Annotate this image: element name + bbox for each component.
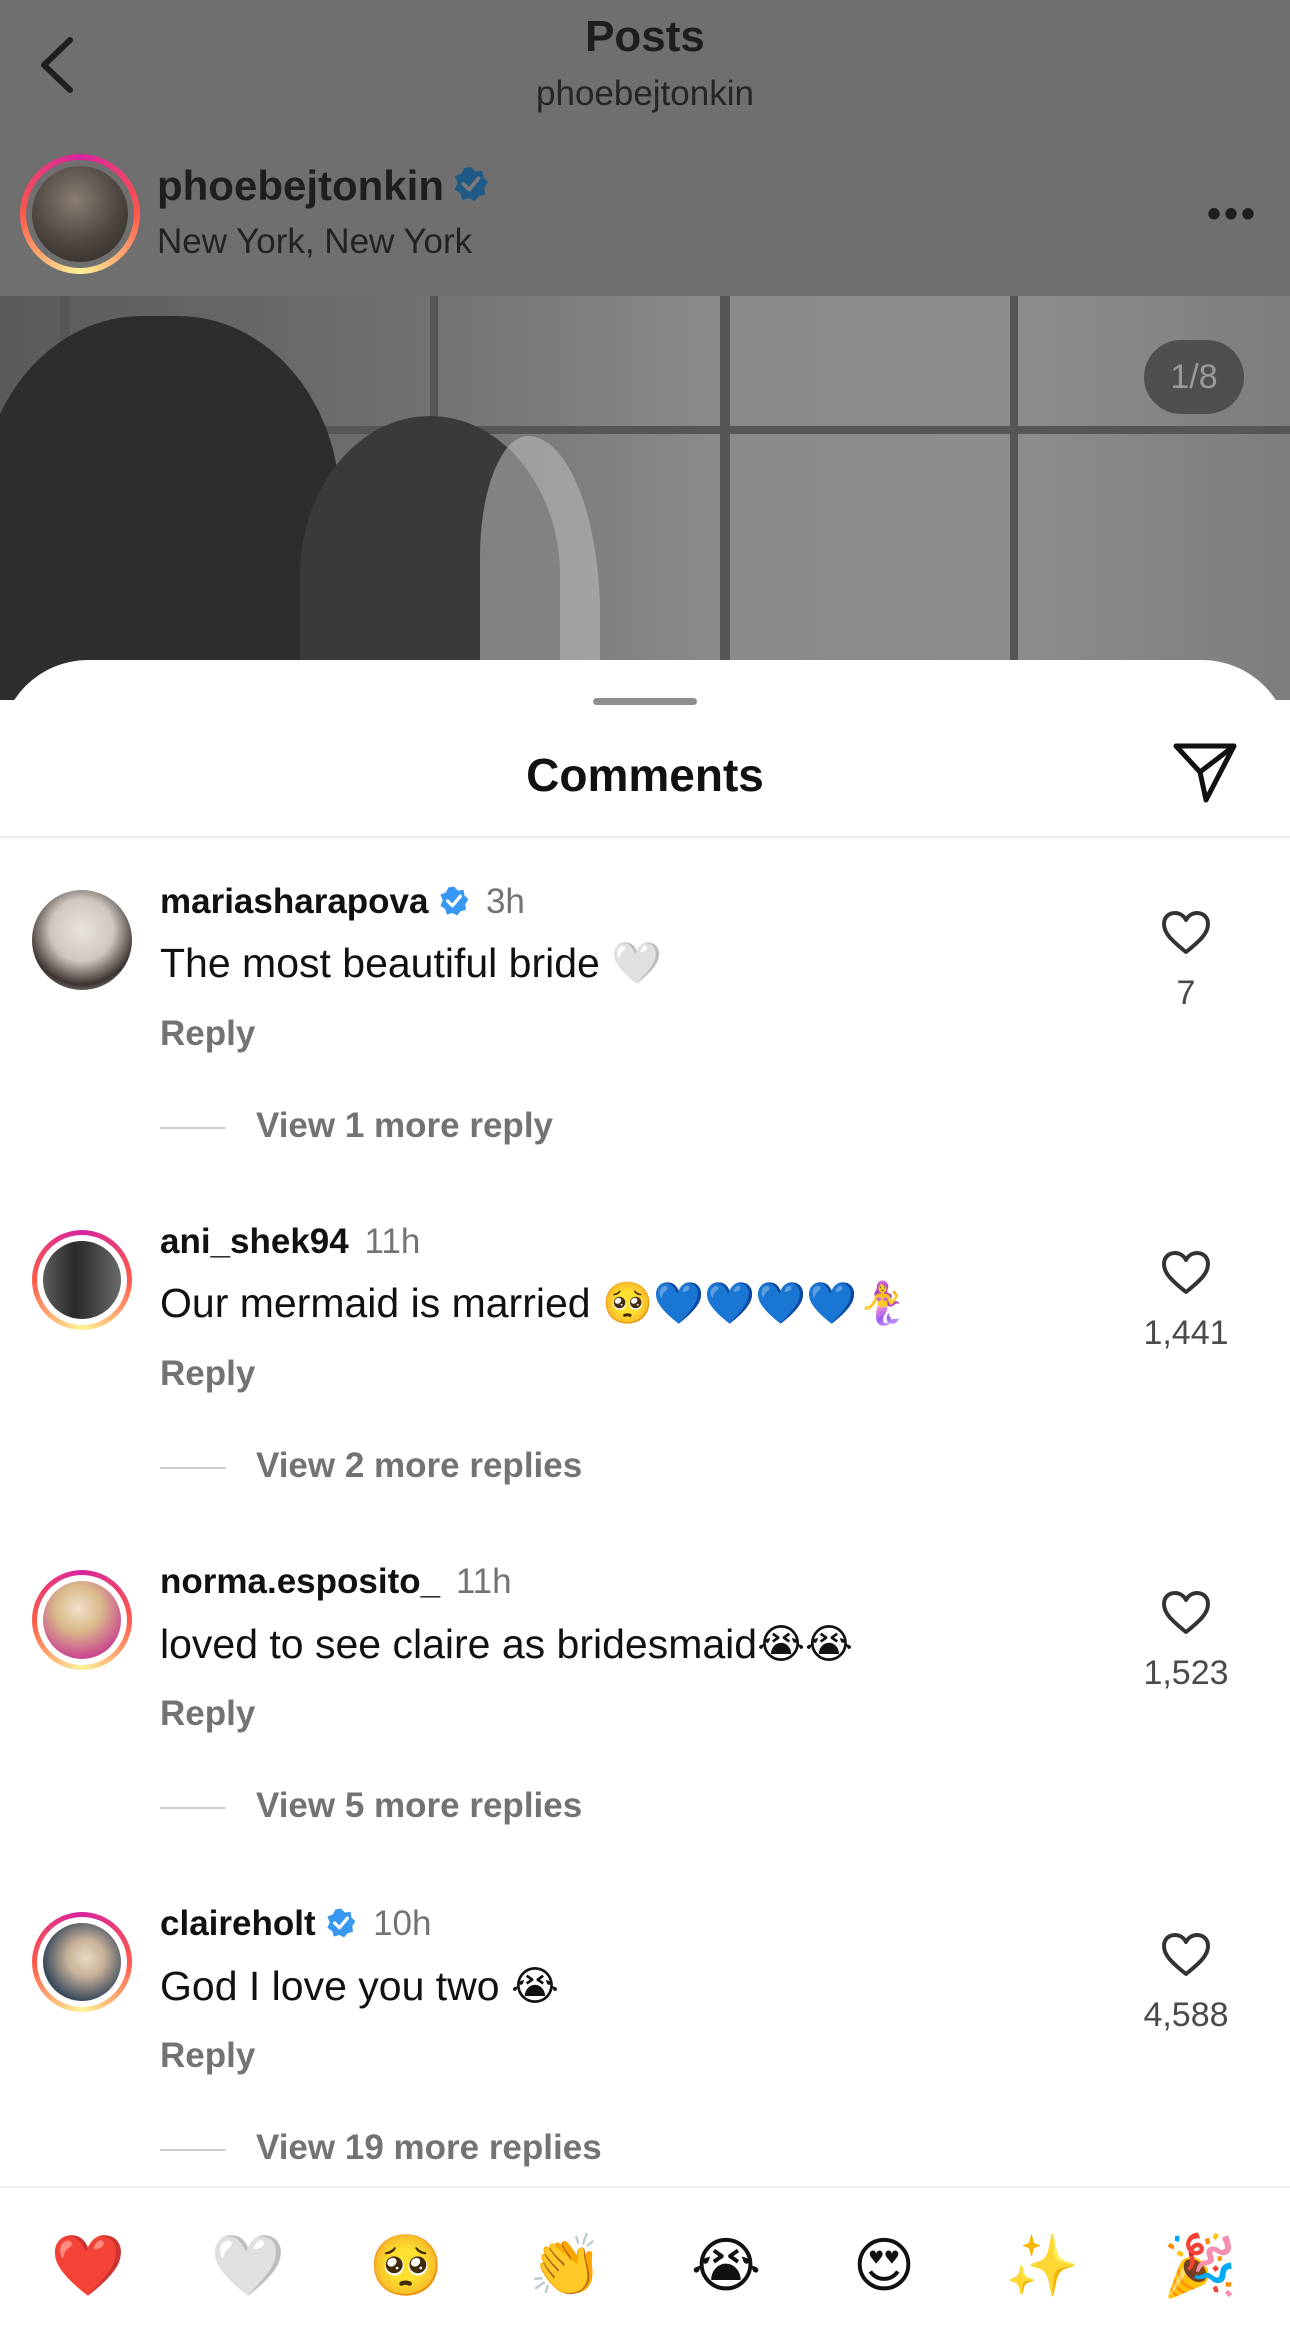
top-bar: Posts phoebejtonkin [0, 0, 1290, 140]
comment-header: claireholt 10h [160, 1904, 431, 1948]
like-count: 4,588 [1143, 1996, 1229, 2034]
comment-header: mariasharapova 3h [160, 882, 525, 926]
comment-time: 11h [364, 1222, 421, 1261]
verified-badge-icon [438, 885, 470, 926]
more-options-icon[interactable]: ••• [1207, 192, 1258, 237]
comment-time: 10h [373, 1904, 432, 1943]
emoji-party-popper-button[interactable]: 🎉 [1160, 2226, 1240, 2306]
page-subtitle: phoebejtonkin [536, 74, 754, 113]
post-image[interactable] [0, 296, 1290, 700]
verified-badge-icon [452, 165, 490, 213]
verified-badge-icon [325, 1907, 357, 1948]
comment-text: Our mermaid is married 🥺💙💙💙💙🧜‍♀️ [160, 1280, 909, 1326]
emoji-reaction-bar: ❤️ 🤍 🥺 👏 😭 😍 ✨ 🎉 [0, 2186, 1290, 2339]
comment-item: ani_shek94 11h Our mermaid is married 🥺💙… [0, 1220, 1290, 1560]
comment-username[interactable]: claireholt [160, 1904, 316, 1943]
comment-text: The most beautiful bride 🤍 [160, 940, 663, 986]
comment-text: God I love you two 😭 [160, 1963, 559, 2009]
emoji-red-heart-button[interactable]: ❤️ [48, 2226, 128, 2306]
share-button[interactable] [1170, 738, 1240, 808]
avatar[interactable] [32, 1570, 132, 1670]
post-header: phoebejtonkin New York, New York ••• [0, 140, 1290, 296]
avatar[interactable] [32, 1230, 132, 1330]
heart-outline-icon [1162, 1251, 1210, 1294]
comments-title: Comments [526, 749, 764, 801]
view-more-replies[interactable]: View 2 more replies [160, 1446, 582, 1486]
comment-username[interactable]: ani_shek94 [160, 1222, 349, 1261]
like-button[interactable]: 7 [1128, 910, 1244, 1013]
emoji-sparkles-button[interactable]: ✨ [1002, 2226, 1082, 2306]
comment-time: 11h [455, 1562, 512, 1601]
emoji-clapping-hands-button[interactable]: 👏 [526, 2226, 606, 2306]
like-count: 1,441 [1143, 1314, 1229, 1352]
comment-username[interactable]: norma.esposito_ [160, 1562, 440, 1601]
avatar[interactable] [32, 1912, 132, 2012]
comment-header: ani_shek94 11h [160, 1222, 420, 1262]
post-location[interactable]: New York, New York [157, 222, 472, 262]
comment-item: norma.esposito_ 11h loved to see claire … [0, 1560, 1290, 1900]
post-author-row: phoebejtonkin [157, 162, 490, 213]
comment-item: mariasharapova 3h The most beautiful bri… [0, 880, 1290, 1220]
like-count: 1,523 [1143, 1654, 1229, 1692]
heart-outline-icon [1162, 1933, 1210, 1976]
post-author-username[interactable]: phoebejtonkin [157, 162, 444, 209]
avatar[interactable] [32, 890, 132, 990]
post-author-avatar[interactable] [20, 154, 140, 274]
divider [0, 836, 1290, 838]
paper-plane-icon [1173, 743, 1237, 803]
heart-outline-icon [1162, 1591, 1210, 1634]
emoji-pleading-face-button[interactable]: 🥺 [366, 2226, 446, 2306]
comment-text: loved to see claire as bridesmaid😭😭 [160, 1621, 853, 1667]
sheet-drag-handle[interactable] [593, 698, 697, 705]
heart-outline-icon [1162, 911, 1210, 954]
reply-button[interactable]: Reply [160, 1694, 255, 1734]
view-more-replies[interactable]: View 5 more replies [160, 1786, 582, 1826]
comment-header: norma.esposito_ 11h [160, 1562, 512, 1602]
like-button[interactable]: 4,588 [1128, 1932, 1244, 2035]
like-button[interactable]: 1,441 [1128, 1250, 1244, 1353]
reply-button[interactable]: Reply [160, 2036, 255, 2076]
comments-sheet: Comments mariasharapova 3h The most beau… [0, 660, 1290, 2337]
view-more-replies[interactable]: View 19 more replies [160, 2128, 602, 2168]
image-counter-badge: 1/8 [1144, 340, 1244, 414]
view-more-replies[interactable]: View 1 more reply [160, 1106, 553, 1146]
comment-time: 3h [485, 882, 525, 921]
reply-button[interactable]: Reply [160, 1354, 255, 1394]
emoji-white-heart-button[interactable]: 🤍 [208, 2226, 288, 2306]
like-button[interactable]: 1,523 [1128, 1590, 1244, 1693]
emoji-heart-eyes-button[interactable]: 😍 [844, 2226, 924, 2306]
reply-button[interactable]: Reply [160, 1014, 255, 1054]
page-title: Posts [585, 12, 705, 61]
like-count: 7 [1176, 974, 1196, 1012]
emoji-crying-face-button[interactable]: 😭 [686, 2226, 766, 2306]
comment-username[interactable]: mariasharapova [160, 882, 428, 921]
